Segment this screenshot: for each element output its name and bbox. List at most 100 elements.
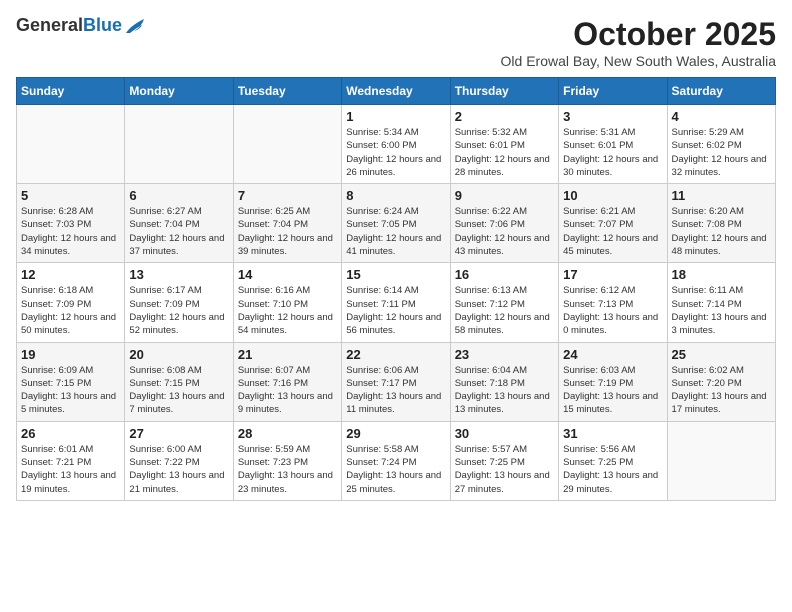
day-info: Sunrise: 6:02 AM Sunset: 7:20 PM Dayligh… [672, 364, 771, 417]
sunrise-text: Sunrise: 6:07 AM [238, 365, 310, 376]
sunset-text: Sunset: 6:00 PM [346, 140, 416, 151]
sunrise-text: Sunrise: 5:34 AM [346, 127, 418, 138]
daylight-text: Daylight: 12 hours and 56 minutes. [346, 312, 441, 336]
calendar-cell: 15 Sunrise: 6:14 AM Sunset: 7:11 PM Dayl… [342, 263, 450, 342]
calendar-cell: 5 Sunrise: 6:28 AM Sunset: 7:03 PM Dayli… [17, 184, 125, 263]
calendar-cell: 7 Sunrise: 6:25 AM Sunset: 7:04 PM Dayli… [233, 184, 341, 263]
sunrise-text: Sunrise: 6:12 AM [563, 285, 635, 296]
calendar-cell: 20 Sunrise: 6:08 AM Sunset: 7:15 PM Dayl… [125, 342, 233, 421]
day-number: 15 [346, 267, 445, 282]
day-number: 17 [563, 267, 662, 282]
day-number: 11 [672, 188, 771, 203]
sunset-text: Sunset: 7:12 PM [455, 299, 525, 310]
sunset-text: Sunset: 7:20 PM [672, 378, 742, 389]
logo: GeneralBlue [16, 16, 146, 36]
day-info: Sunrise: 6:14 AM Sunset: 7:11 PM Dayligh… [346, 284, 445, 337]
day-number: 4 [672, 109, 771, 124]
col-header-sunday: Sunday [17, 78, 125, 105]
sunset-text: Sunset: 7:23 PM [238, 457, 308, 468]
day-info: Sunrise: 6:08 AM Sunset: 7:15 PM Dayligh… [129, 364, 228, 417]
calendar-cell: 29 Sunrise: 5:58 AM Sunset: 7:24 PM Dayl… [342, 421, 450, 500]
sunset-text: Sunset: 7:13 PM [563, 299, 633, 310]
day-info: Sunrise: 6:25 AM Sunset: 7:04 PM Dayligh… [238, 205, 337, 258]
sunset-text: Sunset: 6:02 PM [672, 140, 742, 151]
daylight-text: Daylight: 12 hours and 28 minutes. [455, 154, 550, 178]
col-header-tuesday: Tuesday [233, 78, 341, 105]
day-number: 27 [129, 426, 228, 441]
sunrise-text: Sunrise: 6:04 AM [455, 365, 527, 376]
calendar-cell: 1 Sunrise: 5:34 AM Sunset: 6:00 PM Dayli… [342, 105, 450, 184]
sunset-text: Sunset: 7:11 PM [346, 299, 416, 310]
day-info: Sunrise: 6:03 AM Sunset: 7:19 PM Dayligh… [563, 364, 662, 417]
calendar-cell [125, 105, 233, 184]
sunrise-text: Sunrise: 5:29 AM [672, 127, 744, 138]
calendar-cell: 13 Sunrise: 6:17 AM Sunset: 7:09 PM Dayl… [125, 263, 233, 342]
sunrise-text: Sunrise: 6:06 AM [346, 365, 418, 376]
day-info: Sunrise: 6:11 AM Sunset: 7:14 PM Dayligh… [672, 284, 771, 337]
calendar-cell: 23 Sunrise: 6:04 AM Sunset: 7:18 PM Dayl… [450, 342, 558, 421]
calendar-cell: 9 Sunrise: 6:22 AM Sunset: 7:06 PM Dayli… [450, 184, 558, 263]
calendar-cell: 4 Sunrise: 5:29 AM Sunset: 6:02 PM Dayli… [667, 105, 775, 184]
sunrise-text: Sunrise: 6:28 AM [21, 206, 93, 217]
sunrise-text: Sunrise: 6:25 AM [238, 206, 310, 217]
day-info: Sunrise: 6:22 AM Sunset: 7:06 PM Dayligh… [455, 205, 554, 258]
day-info: Sunrise: 6:16 AM Sunset: 7:10 PM Dayligh… [238, 284, 337, 337]
day-info: Sunrise: 6:17 AM Sunset: 7:09 PM Dayligh… [129, 284, 228, 337]
calendar-cell [233, 105, 341, 184]
daylight-text: Daylight: 13 hours and 9 minutes. [238, 391, 333, 415]
sunset-text: Sunset: 7:19 PM [563, 378, 633, 389]
logo-bird-icon [124, 17, 146, 35]
daylight-text: Daylight: 12 hours and 32 minutes. [672, 154, 767, 178]
day-info: Sunrise: 6:24 AM Sunset: 7:05 PM Dayligh… [346, 205, 445, 258]
day-info: Sunrise: 6:18 AM Sunset: 7:09 PM Dayligh… [21, 284, 120, 337]
sunset-text: Sunset: 7:09 PM [21, 299, 91, 310]
calendar-cell: 2 Sunrise: 5:32 AM Sunset: 6:01 PM Dayli… [450, 105, 558, 184]
day-info: Sunrise: 5:29 AM Sunset: 6:02 PM Dayligh… [672, 126, 771, 179]
sunrise-text: Sunrise: 6:01 AM [21, 444, 93, 455]
day-number: 6 [129, 188, 228, 203]
col-header-thursday: Thursday [450, 78, 558, 105]
calendar-cell: 31 Sunrise: 5:56 AM Sunset: 7:25 PM Dayl… [559, 421, 667, 500]
logo-general: GeneralBlue [16, 16, 122, 36]
sunset-text: Sunset: 7:14 PM [672, 299, 742, 310]
location: Old Erowal Bay, New South Wales, Austral… [501, 53, 776, 69]
sunrise-text: Sunrise: 5:58 AM [346, 444, 418, 455]
day-info: Sunrise: 5:57 AM Sunset: 7:25 PM Dayligh… [455, 443, 554, 496]
daylight-text: Daylight: 13 hours and 7 minutes. [129, 391, 224, 415]
daylight-text: Daylight: 13 hours and 11 minutes. [346, 391, 441, 415]
day-number: 20 [129, 347, 228, 362]
day-info: Sunrise: 6:20 AM Sunset: 7:08 PM Dayligh… [672, 205, 771, 258]
sunset-text: Sunset: 7:06 PM [455, 219, 525, 230]
day-info: Sunrise: 5:56 AM Sunset: 7:25 PM Dayligh… [563, 443, 662, 496]
daylight-text: Daylight: 12 hours and 37 minutes. [129, 233, 224, 257]
calendar-cell: 28 Sunrise: 5:59 AM Sunset: 7:23 PM Dayl… [233, 421, 341, 500]
day-number: 9 [455, 188, 554, 203]
day-number: 12 [21, 267, 120, 282]
daylight-text: Daylight: 13 hours and 3 minutes. [672, 312, 767, 336]
sunrise-text: Sunrise: 5:57 AM [455, 444, 527, 455]
daylight-text: Daylight: 13 hours and 13 minutes. [455, 391, 550, 415]
sunrise-text: Sunrise: 6:21 AM [563, 206, 635, 217]
calendar-body: 1 Sunrise: 5:34 AM Sunset: 6:00 PM Dayli… [17, 105, 776, 501]
sunrise-text: Sunrise: 6:22 AM [455, 206, 527, 217]
sunrise-text: Sunrise: 6:02 AM [672, 365, 744, 376]
daylight-text: Daylight: 12 hours and 50 minutes. [21, 312, 116, 336]
calendar-cell: 26 Sunrise: 6:01 AM Sunset: 7:21 PM Dayl… [17, 421, 125, 500]
day-info: Sunrise: 5:32 AM Sunset: 6:01 PM Dayligh… [455, 126, 554, 179]
daylight-text: Daylight: 13 hours and 17 minutes. [672, 391, 767, 415]
day-number: 14 [238, 267, 337, 282]
sunrise-text: Sunrise: 6:24 AM [346, 206, 418, 217]
daylight-text: Daylight: 12 hours and 26 minutes. [346, 154, 441, 178]
sunset-text: Sunset: 7:15 PM [129, 378, 199, 389]
daylight-text: Daylight: 12 hours and 41 minutes. [346, 233, 441, 257]
col-header-wednesday: Wednesday [342, 78, 450, 105]
sunrise-text: Sunrise: 6:09 AM [21, 365, 93, 376]
sunrise-text: Sunrise: 6:27 AM [129, 206, 201, 217]
sunrise-text: Sunrise: 5:59 AM [238, 444, 310, 455]
daylight-text: Daylight: 13 hours and 21 minutes. [129, 470, 224, 494]
day-info: Sunrise: 6:00 AM Sunset: 7:22 PM Dayligh… [129, 443, 228, 496]
day-number: 23 [455, 347, 554, 362]
calendar-cell: 22 Sunrise: 6:06 AM Sunset: 7:17 PM Dayl… [342, 342, 450, 421]
sunset-text: Sunset: 7:05 PM [346, 219, 416, 230]
sunrise-text: Sunrise: 6:16 AM [238, 285, 310, 296]
